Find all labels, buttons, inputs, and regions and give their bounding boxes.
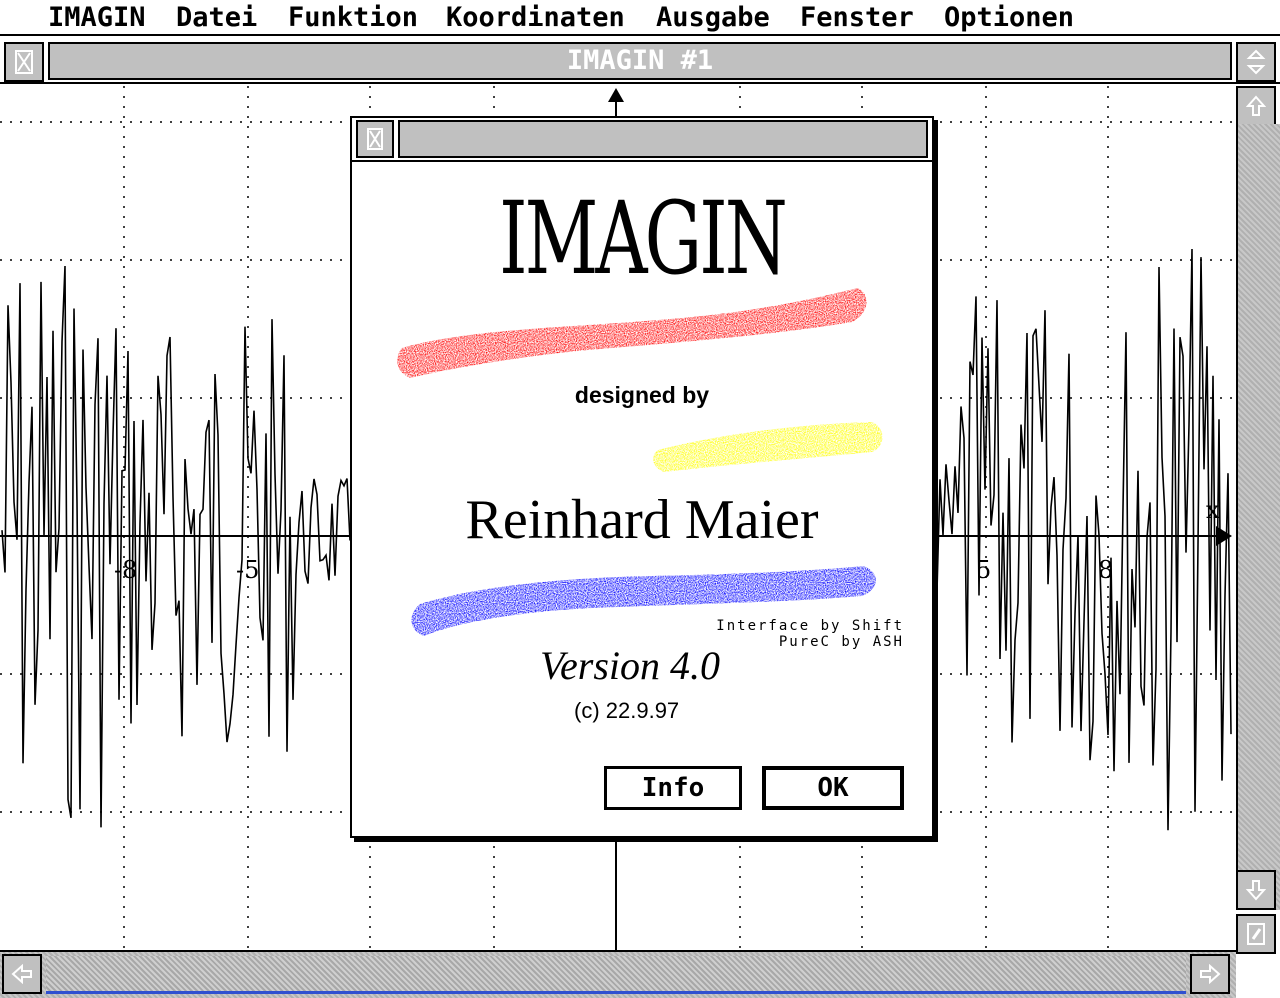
arrow-down-icon[interactable]	[1236, 870, 1276, 910]
copyright-text: (c) 22.9.97	[574, 698, 680, 723]
app-logo: IMAGIN	[499, 180, 788, 297]
fullsize-icon[interactable]	[1236, 42, 1276, 82]
dialog-title-fill[interactable]	[398, 120, 928, 158]
tick-label-neg8: -8	[114, 556, 137, 584]
tick-label-8: 8	[1098, 556, 1113, 584]
tick-label-neg5: -5	[236, 556, 259, 584]
arrow-up-icon[interactable]	[1236, 86, 1276, 126]
window-title[interactable]: IMAGIN #1	[48, 42, 1232, 80]
menu-fenster[interactable]: Fenster	[800, 2, 914, 33]
dialog-titlebar[interactable]	[352, 118, 932, 162]
menu-ausgabe[interactable]: Ausgabe	[656, 2, 770, 33]
tick-label-5: 5	[976, 556, 991, 584]
menu-funktion[interactable]: Funktion	[288, 2, 418, 33]
plot-curve-right	[933, 248, 1232, 831]
yellow-brush-stroke	[653, 422, 883, 472]
resize-icon[interactable]	[1236, 914, 1276, 954]
ok-button[interactable]: OK	[762, 766, 904, 810]
credit-interface: Interface by Shift	[716, 618, 904, 634]
horizontal-scrollbar[interactable]	[0, 950, 1236, 998]
menu-datei[interactable]: Datei	[176, 2, 257, 33]
vertical-scrollbar[interactable]	[1236, 124, 1280, 910]
plot-curve-left	[1, 265, 351, 828]
designed-by-text: designed by	[574, 382, 710, 408]
credit-purec: PureC by ASH	[778, 634, 904, 650]
y-axis-arrow	[608, 88, 624, 102]
x-axis-label: x	[1206, 496, 1220, 524]
arrow-right-icon[interactable]	[1190, 954, 1230, 994]
horizontal-scroll-slider[interactable]	[46, 956, 1186, 994]
version-text: Version 4.0	[540, 643, 720, 688]
red-brush-stroke	[397, 288, 867, 378]
arrow-left-icon[interactable]	[2, 954, 42, 994]
menu-bar: IMAGIN Datei Funktion Koordinaten Ausgab…	[0, 0, 1280, 36]
menu-optionen[interactable]: Optionen	[944, 2, 1074, 33]
menu-koordinaten[interactable]: Koordinaten	[446, 2, 625, 33]
close-icon[interactable]	[4, 42, 44, 82]
author-name: Reinhard Maier	[465, 489, 819, 551]
info-button[interactable]: Info	[604, 766, 742, 810]
about-dialog: IMAGIN designed by Reinhard Maier Interf…	[350, 116, 934, 838]
menu-imagin[interactable]: IMAGIN	[48, 2, 146, 33]
dialog-close-icon[interactable]	[356, 120, 394, 158]
window-titlebar: IMAGIN #1	[0, 38, 1280, 84]
